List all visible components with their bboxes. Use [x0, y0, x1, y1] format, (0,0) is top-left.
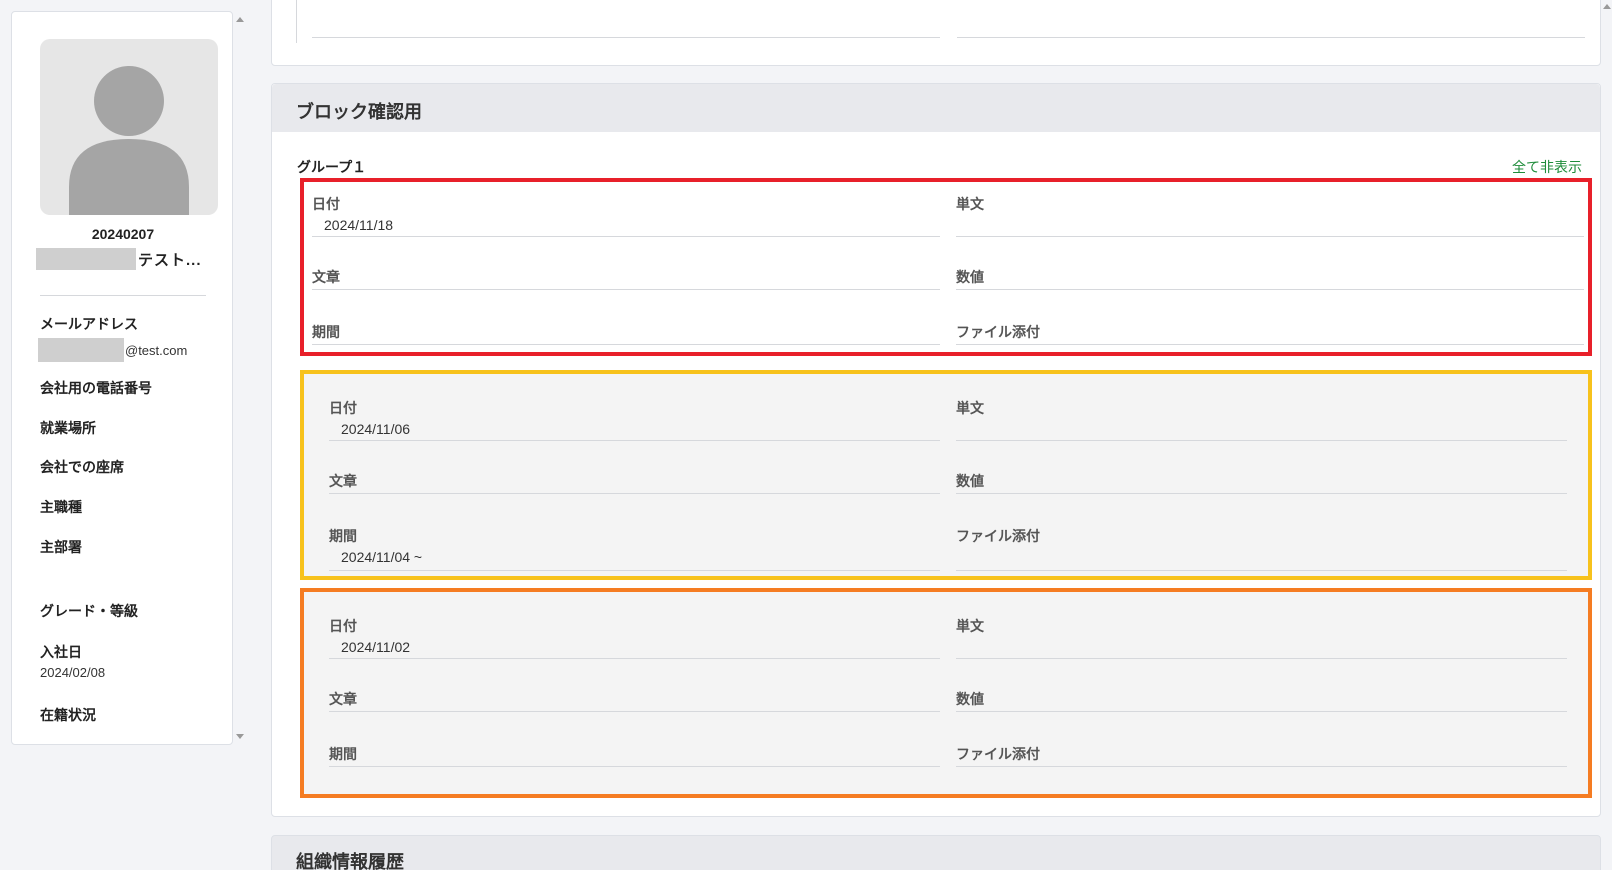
date-label: 日付: [312, 196, 340, 212]
hide-all-link[interactable]: 全て非表示: [1512, 157, 1582, 177]
period-field: 期間: [312, 322, 940, 352]
file-attachment-field: ファイル添付: [956, 526, 1567, 571]
profile-card: 20240207 テスト... メールアドレス @test.com 会社用の電話…: [11, 11, 233, 745]
email-value: @test.com: [38, 338, 187, 362]
file-attachment-label: ファイル添付: [956, 746, 1040, 762]
short-text-label: 単文: [956, 618, 984, 634]
short-text-field: 単文: [956, 194, 1584, 237]
date-label: 日付: [329, 618, 357, 634]
record-block-1: 日付 2024/11/18 単文 文章 数値 期間 ファイル添付: [300, 178, 1592, 356]
employee-name: テスト...: [36, 248, 202, 270]
period-label: 期間: [329, 528, 357, 544]
file-attachment-label: ファイル添付: [956, 324, 1040, 340]
date-value: 2024/11/06: [341, 421, 411, 437]
short-text-label: 単文: [956, 196, 984, 212]
block-section-header: ブロック確認用: [272, 84, 1600, 132]
record-block-3: 日付 2024/11/02 単文 文章 数値 期間 ファイル添付: [300, 588, 1592, 798]
phone-label: 会社用の電話番号: [40, 380, 152, 396]
record-block-2: 日付 2024/11/06 単文 文章 数値 期間 2024/11/04 ~ フ…: [300, 370, 1592, 580]
job-label: 主職種: [40, 499, 82, 515]
field-underline: [957, 37, 1585, 38]
date-field: 日付 2024/11/18: [312, 194, 940, 237]
field-underline: [956, 711, 1567, 712]
sentence-label: 文章: [329, 691, 357, 707]
field-underline: [956, 570, 1567, 571]
join-date-label: 入社日: [40, 644, 82, 660]
short-text-field: 単文: [956, 616, 1567, 659]
field-underline: [329, 658, 940, 659]
employee-name-text: テスト...: [138, 251, 202, 269]
date-label: 日付: [329, 400, 357, 416]
file-attachment-field: ファイル添付: [956, 322, 1584, 352]
sentence-field: 文章: [329, 471, 940, 501]
sentence-label: 文章: [329, 473, 357, 489]
field-underline: [956, 493, 1567, 494]
department-label: 主部署: [40, 539, 82, 555]
sentence-field: 文章: [312, 267, 940, 297]
date-value: 2024/11/02: [341, 639, 411, 655]
field-underline: [956, 289, 1584, 290]
number-field: 数値: [956, 689, 1567, 719]
email-domain: @test.com: [125, 342, 188, 358]
field-underline: [329, 570, 940, 571]
user-silhouette-icon: [69, 66, 189, 215]
number-label: 数値: [956, 473, 984, 489]
page-scroll-up-icon[interactable]: [1603, 4, 1611, 9]
scroll-up-arrow-icon[interactable]: [236, 17, 244, 22]
period-field: 期間 2024/11/04 ~: [329, 526, 940, 571]
field-underline: [329, 711, 940, 712]
date-value: 2024/11/18: [324, 217, 394, 233]
file-attachment-label: ファイル添付: [956, 528, 1040, 544]
number-field: 数値: [956, 267, 1584, 297]
profile-scrollbar[interactable]: [233, 11, 247, 745]
previous-section-panel: [271, 0, 1601, 66]
field-underline: [329, 766, 940, 767]
number-label: 数値: [956, 691, 984, 707]
field-underline: [956, 766, 1567, 767]
field-underline: [312, 344, 940, 345]
org-history-panel: 組織情報履歴: [271, 835, 1601, 870]
employee-id: 20240207: [91, 226, 155, 242]
short-text-label: 単文: [956, 400, 984, 416]
field-underline: [312, 37, 940, 38]
field-divider: [296, 0, 297, 43]
short-text-field: 単文: [956, 398, 1567, 441]
field-underline: [956, 658, 1567, 659]
field-underline: [956, 440, 1567, 441]
group-title: グループ１: [297, 159, 367, 175]
number-field: 数値: [956, 471, 1567, 501]
scroll-down-arrow-icon[interactable]: [236, 734, 244, 739]
employment-status-label: 在籍状況: [40, 707, 96, 723]
field-underline: [312, 289, 940, 290]
email-redacted-block: [38, 338, 124, 362]
period-field: 期間: [329, 744, 940, 774]
date-field: 日付 2024/11/02: [329, 616, 940, 659]
period-value: 2024/11/04 ~: [341, 549, 423, 565]
seat-label: 会社での座席: [40, 459, 124, 475]
period-label: 期間: [312, 324, 340, 340]
block-section-title: ブロック確認用: [296, 102, 422, 122]
avatar: [40, 39, 218, 215]
sentence-field: 文章: [329, 689, 940, 719]
number-label: 数値: [956, 269, 984, 285]
field-underline: [329, 493, 940, 494]
grade-label: グレード・等級: [40, 603, 138, 619]
field-underline: [956, 236, 1584, 237]
date-field: 日付 2024/11/06: [329, 398, 940, 441]
sentence-label: 文章: [312, 269, 340, 285]
email-label: メールアドレス: [40, 316, 138, 332]
workplace-label: 就業場所: [40, 420, 96, 436]
field-underline: [312, 236, 940, 237]
period-label: 期間: [329, 746, 357, 762]
name-redacted-block: [36, 248, 136, 270]
join-date-value: 2024/02/08: [40, 665, 106, 680]
field-underline: [956, 344, 1584, 345]
file-attachment-field: ファイル添付: [956, 744, 1567, 774]
profile-divider: [40, 295, 206, 296]
field-underline: [329, 440, 940, 441]
org-history-title: 組織情報履歴: [296, 852, 404, 870]
